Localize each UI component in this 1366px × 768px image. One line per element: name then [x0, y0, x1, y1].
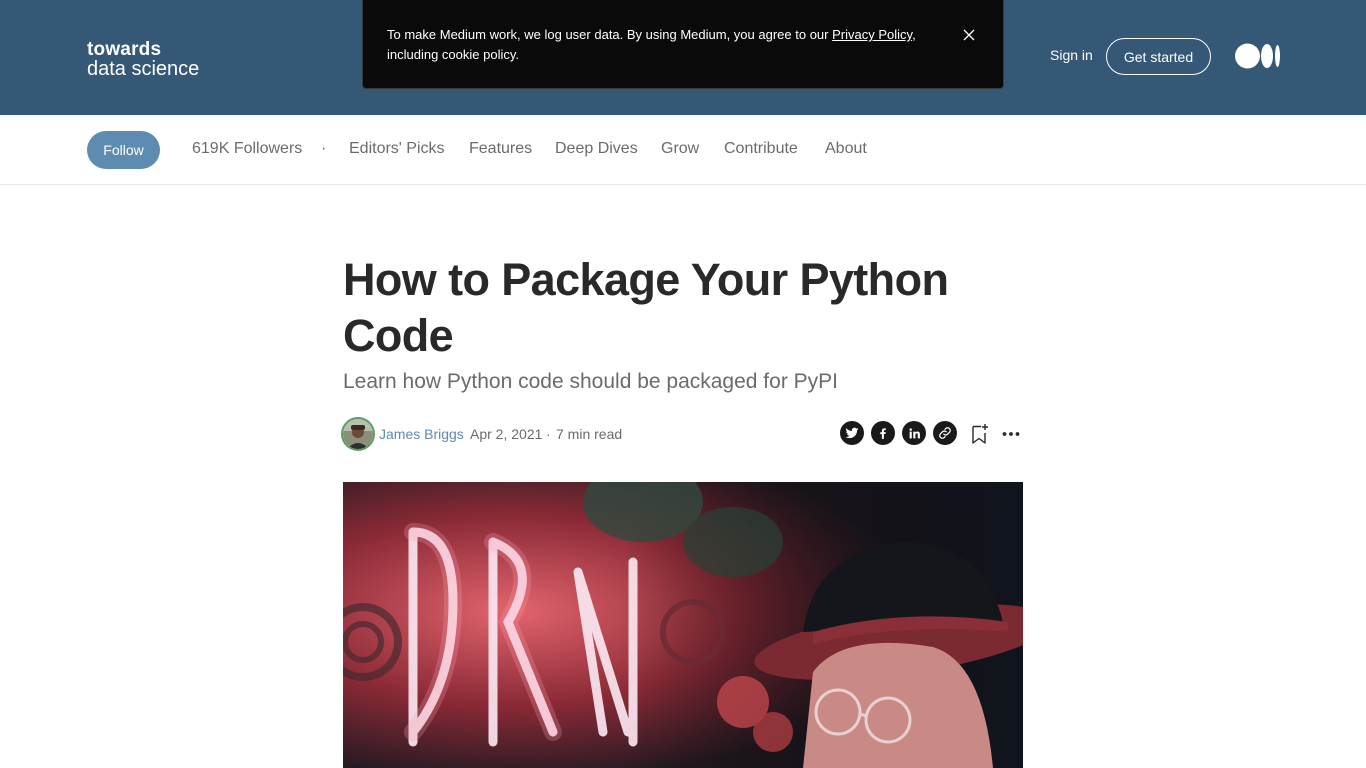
copy-link-button[interactable] — [933, 421, 957, 445]
byline-separator: · — [546, 426, 551, 442]
avatar-image — [343, 419, 373, 449]
author-avatar[interactable] — [341, 417, 375, 451]
twitter-share-button[interactable] — [840, 421, 864, 445]
hero-image — [343, 482, 1023, 768]
close-icon[interactable] — [959, 25, 979, 45]
follow-button[interactable]: Follow — [87, 131, 160, 169]
medium-logo-icon[interactable] — [1235, 43, 1281, 69]
hero-photo — [343, 482, 1023, 768]
nav-item-grow[interactable]: Grow — [661, 140, 699, 158]
cookie-text-before: To make Medium work, we log user data. B… — [387, 27, 833, 42]
read-time: 7 min read — [556, 426, 623, 442]
nav-item-contribute[interactable]: Contribute — [724, 140, 798, 158]
more-options-icon[interactable] — [1001, 423, 1021, 445]
sign-in-link[interactable]: Sign in — [1050, 47, 1093, 63]
nav-item-features[interactable]: Features — [469, 140, 532, 158]
publication-logo[interactable]: towards data science — [87, 40, 199, 79]
article-subtitle: Learn how Python code should be packaged… — [343, 370, 838, 393]
bookmark-add-icon[interactable] — [970, 423, 990, 445]
twitter-icon — [845, 427, 859, 439]
facebook-share-button[interactable] — [871, 421, 895, 445]
cookie-banner: To make Medium work, we log user data. B… — [362, 0, 1004, 89]
linkedin-share-button[interactable] — [902, 421, 926, 445]
publish-date[interactable]: Apr 2, 2021 — [470, 426, 542, 442]
linkedin-icon — [908, 427, 920, 438]
publication-nav: Follow 619K Followers · Editors' Picks F… — [0, 115, 1366, 185]
nav-item-editors-picks[interactable]: Editors' Picks — [349, 140, 445, 158]
facebook-icon — [880, 428, 886, 439]
nav-item-deep-dives[interactable]: Deep Dives — [555, 140, 638, 158]
article-byline: James Briggs Apr 2, 2021 · 7 min read — [341, 417, 1026, 451]
nav-separator: · — [321, 140, 327, 157]
logo-line-2: data science — [87, 58, 200, 80]
privacy-policy-link[interactable]: Privacy Policy — [832, 27, 912, 42]
logo-line-1: towards — [87, 39, 162, 60]
nav-item-about[interactable]: About — [825, 140, 867, 158]
get-started-button[interactable]: Get started — [1106, 38, 1211, 75]
author-name-link[interactable]: James Briggs — [379, 426, 464, 442]
link-icon — [939, 427, 951, 439]
followers-count: 619K Followers — [192, 140, 303, 157]
cookie-banner-text: To make Medium work, we log user data. B… — [387, 25, 927, 65]
article-title: How to Package Your Python Code — [343, 254, 949, 361]
